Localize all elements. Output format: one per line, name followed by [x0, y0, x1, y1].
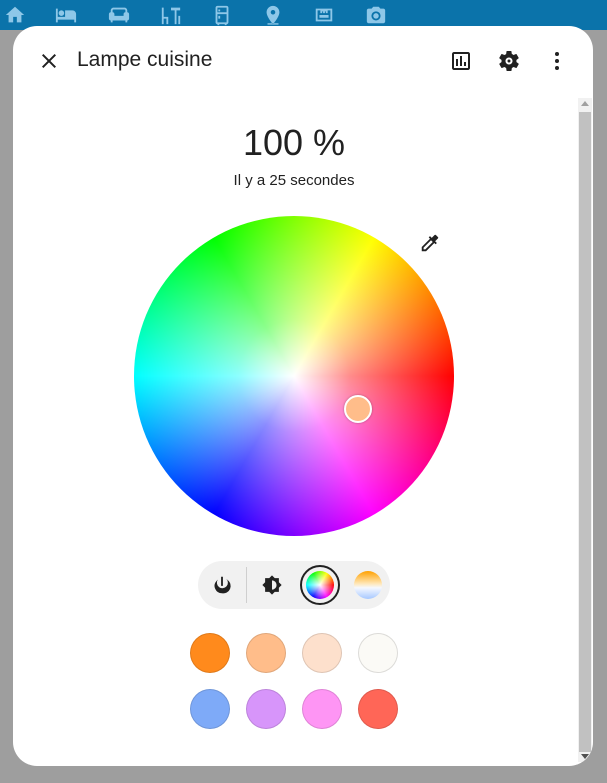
gear-icon — [499, 50, 519, 72]
camera-icon[interactable] — [363, 2, 389, 28]
power-icon — [214, 576, 231, 594]
eyedropper-icon — [421, 234, 439, 252]
power-toggle-button[interactable] — [202, 565, 242, 605]
favorite-color-swatch[interactable] — [190, 689, 230, 729]
control-mode-selector — [198, 561, 390, 609]
home-icon[interactable] — [2, 2, 28, 28]
color-temperature-icon — [354, 571, 382, 599]
settings-button[interactable] — [489, 41, 529, 81]
favorite-color-swatch[interactable] — [302, 633, 342, 673]
favorite-color-swatch[interactable] — [190, 633, 230, 673]
sofa-icon[interactable] — [106, 2, 132, 28]
ethernet-icon[interactable] — [311, 2, 337, 28]
close-button[interactable] — [29, 41, 69, 81]
favorite-color-swatch[interactable] — [302, 689, 342, 729]
dialog-scrollbar[interactable] — [578, 98, 592, 762]
color-mode-button[interactable] — [300, 565, 340, 605]
favorite-color-swatch[interactable] — [246, 689, 286, 729]
last-changed-text: Il y a 25 secondes — [233, 172, 355, 189]
scroll-thumb[interactable] — [579, 112, 591, 752]
map-pin-icon[interactable] — [260, 2, 286, 28]
table-chair-icon[interactable] — [158, 2, 184, 28]
dialog-header: Lampe cuisine — [13, 26, 593, 96]
more-options-button[interactable] — [537, 41, 577, 81]
brightness-value: 100 % — [242, 122, 346, 163]
favorite-color-swatch[interactable] — [246, 633, 286, 673]
color-wheel-handle[interactable] — [344, 395, 372, 423]
history-chart-icon — [452, 52, 470, 70]
scroll-up-arrow-icon[interactable] — [581, 101, 589, 106]
mode-separator — [246, 567, 247, 603]
brightness-mode-button[interactable] — [252, 565, 292, 605]
favorite-color-swatch[interactable] — [358, 633, 398, 673]
brightness-icon — [262, 575, 282, 595]
fridge-icon[interactable] — [209, 2, 235, 28]
scroll-down-arrow-icon[interactable] — [581, 754, 589, 759]
close-icon — [42, 54, 56, 68]
favorite-color-swatch[interactable] — [358, 689, 398, 729]
dialog-title: Lampe cuisine — [77, 48, 213, 71]
color-wheel[interactable] — [134, 216, 454, 536]
color-wheel-icon — [306, 571, 334, 599]
history-button[interactable] — [441, 41, 481, 81]
light-more-info-dialog: Lampe cuisine 100 % Il y a 25 secondes — [13, 26, 593, 766]
bed-icon[interactable] — [53, 2, 79, 28]
eyedropper-button[interactable] — [413, 226, 447, 260]
color-temperature-mode-button[interactable] — [348, 565, 388, 605]
more-vertical-icon — [555, 52, 559, 70]
